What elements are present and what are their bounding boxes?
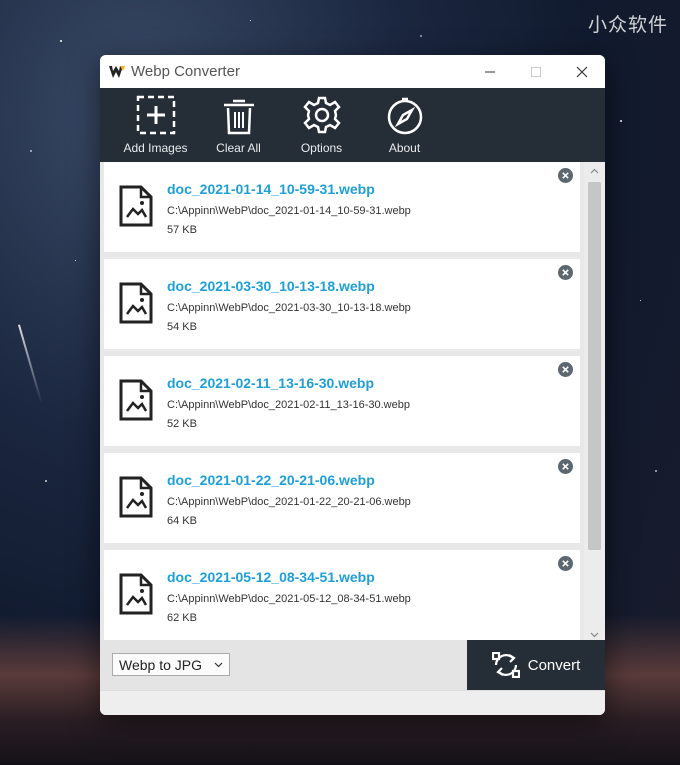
star bbox=[655, 470, 657, 472]
convert-label: Convert bbox=[527, 656, 581, 674]
star bbox=[30, 150, 32, 152]
file-path: C:\Appinn\WebP\doc_2021-01-14_10-59-31.w… bbox=[167, 205, 411, 217]
file-name[interactable]: doc_2021-02-11_13-16-30.webp bbox=[167, 375, 374, 391]
vertical-scrollbar[interactable] bbox=[584, 162, 605, 640]
gear-icon bbox=[302, 96, 341, 134]
file-list[interactable]: doc_2021-01-14_10-59-31.webp C:\Appinn\W… bbox=[100, 162, 605, 640]
format-dropdown[interactable]: Webp to JPG bbox=[112, 653, 230, 676]
status-bar bbox=[100, 690, 605, 715]
window-title: Webp Converter bbox=[131, 63, 240, 80]
app-window: Webp Converter Add Images Clear All Opti… bbox=[100, 55, 605, 715]
about-button[interactable]: About bbox=[363, 88, 446, 162]
star bbox=[640, 300, 641, 301]
clear-all-label: Clear All bbox=[216, 141, 261, 155]
add-images-button[interactable]: Add Images bbox=[114, 88, 197, 162]
maximize-icon bbox=[531, 66, 541, 77]
file-size: 62 KB bbox=[167, 612, 197, 624]
file-path: C:\Appinn\WebP\doc_2021-05-12_08-34-51.w… bbox=[167, 593, 411, 605]
star bbox=[420, 35, 422, 37]
star bbox=[620, 120, 622, 122]
image-file-icon bbox=[119, 379, 153, 421]
about-label: About bbox=[388, 141, 421, 155]
scrollbar-thumb[interactable] bbox=[588, 182, 601, 550]
format-dropdown-value: Webp to JPG bbox=[119, 656, 203, 673]
file-item[interactable]: doc_2021-03-30_10-13-18.webp C:\Appinn\W… bbox=[104, 259, 580, 349]
file-path: C:\Appinn\WebP\doc_2021-03-30_10-13-18.w… bbox=[167, 302, 411, 314]
image-file-icon bbox=[119, 185, 153, 227]
file-path: C:\Appinn\WebP\doc_2021-02-11_13-16-30.w… bbox=[167, 399, 410, 411]
star bbox=[75, 260, 76, 261]
file-size: 64 KB bbox=[167, 515, 197, 527]
clear-all-button[interactable]: Clear All bbox=[197, 88, 280, 162]
toolbar: Add Images Clear All Options About bbox=[100, 88, 605, 162]
add-images-label: Add Images bbox=[123, 141, 188, 155]
minimize-icon bbox=[485, 71, 495, 72]
add-box-icon bbox=[136, 95, 175, 135]
meteor-streak bbox=[18, 324, 43, 404]
file-name[interactable]: doc_2021-01-22_20-21-06.webp bbox=[167, 472, 375, 488]
star bbox=[45, 480, 47, 482]
remove-icon[interactable] bbox=[558, 459, 573, 474]
file-size: 52 KB bbox=[167, 418, 197, 430]
image-file-icon bbox=[119, 282, 153, 324]
close-button[interactable] bbox=[559, 55, 605, 88]
options-label: Options bbox=[300, 141, 343, 155]
bottom-bar: Webp to JPG Convert bbox=[100, 640, 605, 690]
file-path: C:\Appinn\WebP\doc_2021-01-22_20-21-06.w… bbox=[167, 496, 411, 508]
title-bar[interactable]: Webp Converter bbox=[100, 55, 605, 88]
file-item[interactable]: doc_2021-05-12_08-34-51.webp C:\Appinn\W… bbox=[104, 550, 580, 640]
scroll-up-icon[interactable] bbox=[589, 166, 600, 177]
trash-icon bbox=[223, 99, 254, 135]
file-name[interactable]: doc_2021-05-12_08-34-51.webp bbox=[167, 569, 375, 585]
watermark: 小众软件 bbox=[587, 15, 668, 36]
remove-icon[interactable] bbox=[558, 265, 573, 280]
app-logo-icon bbox=[109, 65, 125, 78]
star bbox=[60, 40, 62, 42]
close-icon bbox=[576, 66, 588, 77]
star bbox=[250, 20, 251, 21]
remove-icon[interactable] bbox=[558, 362, 573, 377]
remove-icon[interactable] bbox=[558, 168, 573, 183]
file-size: 54 KB bbox=[167, 321, 197, 333]
image-file-icon bbox=[119, 476, 153, 518]
convert-arrows-icon bbox=[491, 652, 520, 678]
file-item[interactable]: doc_2021-01-22_20-21-06.webp C:\Appinn\W… bbox=[104, 453, 580, 543]
file-item[interactable]: doc_2021-02-11_13-16-30.webp C:\Appinn\W… bbox=[104, 356, 580, 446]
convert-button[interactable]: Convert bbox=[467, 640, 605, 690]
file-name[interactable]: doc_2021-03-30_10-13-18.webp bbox=[167, 278, 375, 294]
maximize-button[interactable] bbox=[513, 55, 559, 88]
chevron-down-icon bbox=[214, 662, 223, 668]
file-name[interactable]: doc_2021-01-14_10-59-31.webp bbox=[167, 181, 375, 197]
image-file-icon bbox=[119, 573, 153, 615]
scroll-down-icon[interactable] bbox=[589, 629, 600, 640]
compass-icon bbox=[387, 97, 422, 135]
remove-icon[interactable] bbox=[558, 556, 573, 571]
options-button[interactable]: Options bbox=[280, 88, 363, 162]
minimize-button[interactable] bbox=[467, 55, 513, 88]
file-item[interactable]: doc_2021-01-14_10-59-31.webp C:\Appinn\W… bbox=[104, 162, 580, 252]
file-size: 57 KB bbox=[167, 224, 197, 236]
